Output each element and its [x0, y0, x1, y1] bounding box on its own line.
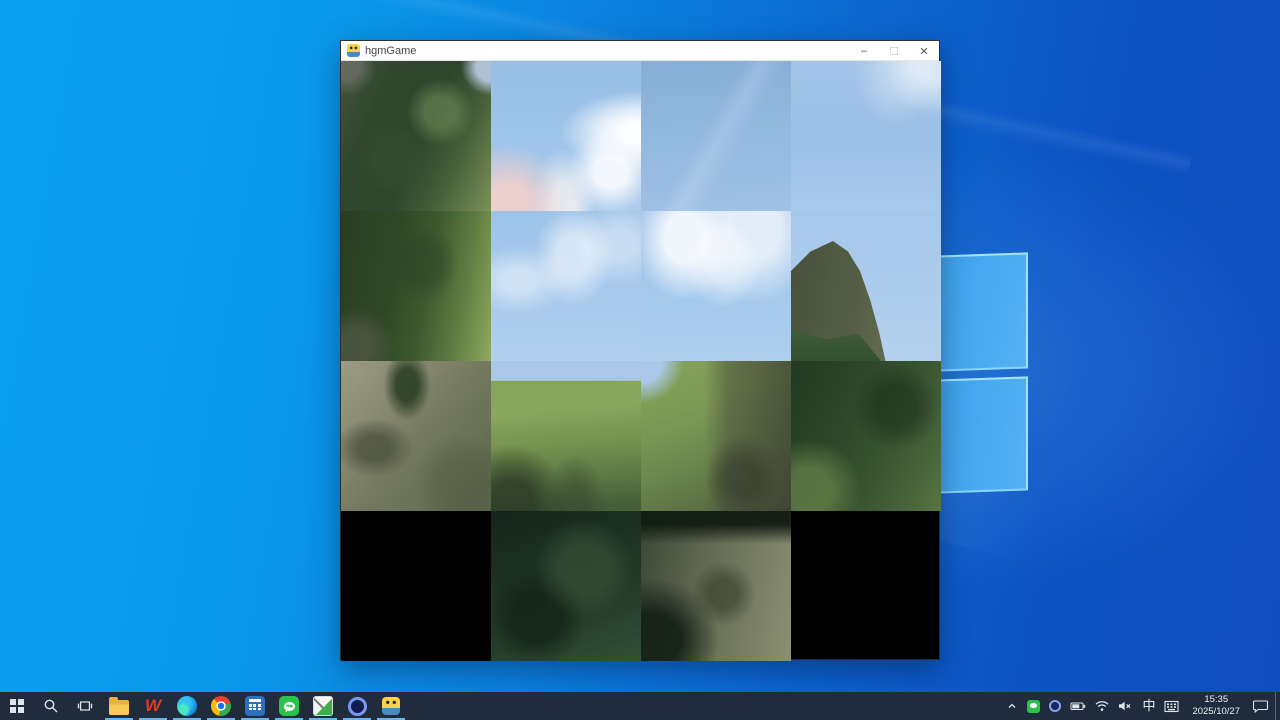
windows-logo-pane-bottom [936, 376, 1028, 493]
window-title: hgmGame [365, 45, 416, 57]
notes-editor-icon [313, 696, 333, 716]
taskbar-app-file-explorer[interactable] [102, 692, 136, 720]
battery-icon [1070, 700, 1086, 712]
ime-chinese-indicator: 中 [1142, 692, 1155, 720]
puzzle-tile-r1c2-sky-cloud-band[interactable] [641, 211, 791, 361]
tray-show-hidden-icons[interactable] [1006, 700, 1018, 712]
puzzle-tile-r0c3-sky-faint-cloud[interactable] [791, 61, 941, 211]
puzzle-tile-r2c2-summit-cliff[interactable] [641, 361, 791, 511]
clock-date: 2025/10/27 [1192, 706, 1240, 718]
puzzle-tile-r3c2-cliff-with-trees[interactable] [641, 511, 791, 661]
clock-time: 15:35 [1192, 694, 1240, 706]
task-view-button[interactable] [68, 692, 102, 720]
search-button[interactable] [34, 692, 68, 720]
ring-browser-icon [348, 697, 367, 716]
tray-volume[interactable] [1118, 700, 1133, 712]
puzzle-board [341, 61, 941, 661]
calculator-icon [245, 696, 265, 716]
taskbar-app-google-chrome[interactable] [204, 692, 238, 720]
task-view-icon [77, 698, 93, 714]
taskbar-app-wps-office[interactable]: W [136, 692, 170, 720]
python-game-icon [382, 697, 400, 715]
action-center-icon [1253, 699, 1269, 713]
tray-battery[interactable] [1070, 700, 1086, 712]
minimize-button[interactable]: – [849, 41, 879, 61]
maximize-button: ☐ [879, 41, 909, 61]
volume-muted-icon [1118, 700, 1133, 712]
taskbar-app-microsoft-edge[interactable] [170, 692, 204, 720]
python-app-icon [347, 44, 360, 57]
window-titlebar[interactable]: hgmGame – ☐ ✕ [341, 41, 939, 61]
file-explorer-icon [109, 700, 129, 715]
puzzle-tile-r1c3-rocky-pinnacle[interactable] [791, 211, 941, 361]
edge-icon [177, 696, 197, 716]
keyboard-icon [1164, 700, 1179, 713]
taskbar-app-calculator[interactable] [238, 692, 272, 720]
ring-app-tray-icon [1049, 700, 1061, 712]
puzzle-tile-r2c1-grassy-ridge[interactable] [491, 361, 641, 511]
taskbar-clock[interactable]: 15:35 2025/10/27 [1188, 694, 1244, 718]
taskbar-app-wechat[interactable] [272, 692, 306, 720]
wifi-icon [1095, 700, 1109, 712]
taskbar-app-python-game[interactable] [374, 692, 408, 720]
puzzle-tile-r2c0-rocky-crag[interactable] [341, 361, 491, 511]
search-icon [43, 698, 59, 714]
chrome-icon [211, 696, 231, 716]
wechat-tray-icon [1027, 700, 1040, 713]
tray-wechat[interactable] [1027, 700, 1040, 713]
tray-ime-mode[interactable]: 中 [1142, 692, 1155, 720]
puzzle-tile-r1c0-forested-ridge-lower[interactable] [341, 211, 491, 361]
puzzle-tile-r3c0-empty-slot [341, 511, 491, 661]
game-window: hgmGame – ☐ ✕ [340, 40, 940, 660]
wechat-icon [279, 696, 299, 716]
puzzle-tile-r0c1-sky-cumulus[interactable] [491, 61, 641, 211]
taskbar-app-notes-editor[interactable] [306, 692, 340, 720]
taskbar: W [0, 692, 1280, 720]
windows-logo-icon [10, 699, 24, 713]
system-tray: 中 15:35 2025/10/27 [1000, 692, 1275, 720]
show-desktop-button[interactable] [1275, 692, 1280, 720]
windows-logo-pane-top [936, 252, 1028, 371]
puzzle-tile-r0c2-hazy-sky[interactable] [641, 61, 791, 211]
desktop: hgmGame – ☐ ✕ [0, 0, 1280, 720]
tray-ime-keyboard[interactable] [1164, 700, 1179, 713]
taskbar-app-ring-browser[interactable] [340, 692, 374, 720]
chevron-up-icon [1006, 700, 1018, 712]
puzzle-tile-r3c3-rocky-cliff[interactable] [791, 511, 941, 661]
tray-network[interactable] [1095, 700, 1109, 712]
tray-ring-app[interactable] [1049, 700, 1061, 712]
puzzle-tile-r3c1-dark-forest-cliff[interactable] [491, 511, 641, 661]
wps-office-icon: W [145, 696, 161, 716]
puzzle-tile-r1c1-sky-wispy[interactable] [491, 211, 641, 361]
start-button[interactable] [0, 692, 34, 720]
puzzle-tile-r0c0-forested-ridge-upper[interactable] [341, 61, 491, 211]
close-button[interactable]: ✕ [909, 41, 939, 61]
puzzle-tile-r2c3-dark-forest-slope[interactable] [791, 361, 941, 511]
action-center-button[interactable] [1253, 699, 1269, 713]
